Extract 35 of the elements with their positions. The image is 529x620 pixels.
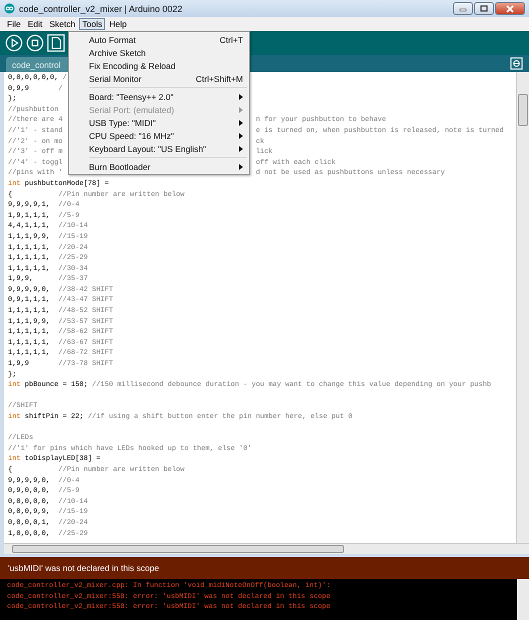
submenu-entry[interactable]: Board: "Teensy++ 2.0" bbox=[69, 90, 249, 103]
menu-entry[interactable]: Auto Format Ctrl+T bbox=[69, 33, 249, 46]
maximize-icon bbox=[479, 4, 489, 12]
submenu-arrow-icon bbox=[239, 132, 243, 138]
submenu-entry[interactable]: Keyboard Layout: "US English" bbox=[69, 142, 249, 155]
close-icon bbox=[505, 4, 515, 12]
minimize-icon bbox=[458, 6, 468, 12]
submenu-arrow-icon bbox=[239, 106, 243, 112]
menu-item[interactable]: Tools bbox=[79, 18, 106, 30]
window-title: code_controller_v2_mixer | Arduino 0022 bbox=[19, 4, 182, 14]
menu-item[interactable]: Sketch bbox=[46, 18, 78, 30]
submenu-arrow-icon bbox=[239, 120, 243, 126]
maximize-button[interactable] bbox=[474, 2, 494, 15]
submenu-entry[interactable]: CPU Speed: "16 MHz" bbox=[69, 129, 249, 142]
submenu-arrow-icon bbox=[239, 146, 243, 152]
submenu-entry[interactable]: USB Type: "MIDI" bbox=[69, 116, 249, 129]
menu-item[interactable]: File bbox=[4, 18, 24, 30]
infinity-icon bbox=[4, 3, 15, 14]
stop-button[interactable] bbox=[26, 34, 44, 52]
menu-item[interactable]: Edit bbox=[24, 18, 46, 30]
console-scrollbar[interactable] bbox=[517, 579, 529, 620]
submenu-entry[interactable]: Burn Bootloader bbox=[69, 160, 249, 173]
submenu-arrow-icon bbox=[239, 164, 243, 170]
error-message: 'usbMIDI' was not declared in this scope bbox=[8, 563, 160, 573]
minimize-button[interactable] bbox=[453, 2, 473, 15]
run-button[interactable] bbox=[5, 34, 23, 52]
close-button[interactable] bbox=[495, 2, 525, 15]
submenu-arrow-icon bbox=[239, 94, 243, 100]
horizontal-scrollbar[interactable] bbox=[4, 543, 529, 554]
menu-item[interactable]: Help bbox=[106, 18, 130, 30]
serial-monitor-button[interactable] bbox=[510, 57, 523, 70]
vertical-scrollbar[interactable] bbox=[516, 72, 529, 543]
menu-entry[interactable]: Serial Monitor Ctrl+Shift+M bbox=[69, 72, 249, 85]
new-file-button[interactable] bbox=[47, 34, 65, 52]
menu-entry[interactable]: Archive Sketch bbox=[69, 46, 249, 59]
